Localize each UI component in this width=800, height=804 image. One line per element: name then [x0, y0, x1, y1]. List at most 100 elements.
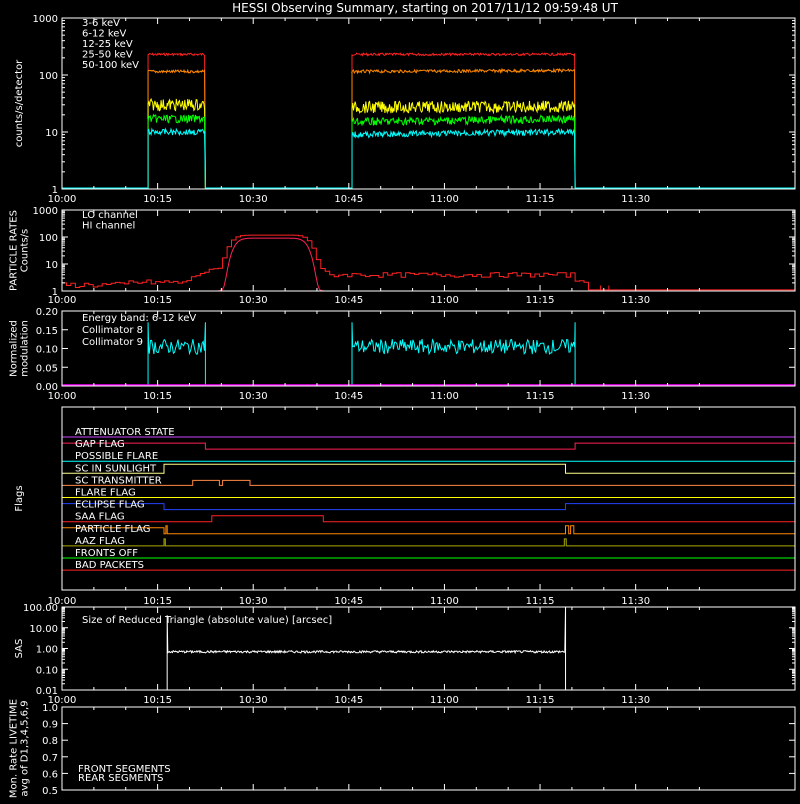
y-tick-label: 1000 [33, 206, 58, 217]
y-axis-label: Flags [14, 485, 25, 511]
y-axis-label: PARTICLE RATES [9, 210, 20, 291]
legend-label: Collimator 8 [82, 325, 143, 336]
y-tick-label: 1.0 [42, 703, 58, 714]
y-tick-label: 0.15 [36, 326, 58, 337]
sas-annotation: Size of Reduced Triangle (absolute value… [82, 615, 332, 626]
flag-label: FRONTS OFF [75, 548, 138, 559]
y-tick-label: 0.10 [36, 345, 58, 356]
x-tick-label: 11:00 [430, 391, 459, 402]
legend-label: REAR SEGMENTS [78, 773, 164, 784]
legend-label: HI channel [82, 221, 135, 232]
flag-label: ATTENUATOR STATE [75, 427, 175, 438]
energy-series-line [147, 113, 576, 190]
x-tick-label: 11:00 [430, 596, 459, 607]
particle-rate-panel [61, 209, 796, 292]
x-tick-label: 10:15 [143, 391, 172, 402]
lo-channel-line [61, 234, 796, 291]
x-tick-label: 10:15 [143, 295, 172, 306]
legend-label: 50-100 keV [82, 60, 139, 71]
flag-label: PARTICLE FLAG [75, 524, 151, 535]
x-tick-label: 10:30 [239, 391, 268, 402]
legend-label: LO channel [82, 210, 138, 221]
hi-channel-line [217, 237, 324, 292]
y-tick-label: 1000 [33, 14, 58, 25]
flag-label: SC TRANSMITTER [75, 475, 162, 486]
y-tick-label: 100 [39, 233, 58, 244]
x-tick-label: 11:30 [621, 295, 650, 306]
y-axis-label: avg of D1,3,4,5,6,9 [20, 700, 31, 796]
flag-line [62, 503, 795, 511]
y-axis-label: Mon. Rate LIVETIME [9, 699, 20, 798]
x-tick-label: 11:30 [621, 194, 650, 205]
energy-series-line [147, 127, 576, 190]
y-tick-label: 10.00 [29, 624, 58, 635]
y-tick-label: 100.00 [23, 603, 58, 614]
flag-label: FLARE FLAG [75, 488, 136, 499]
x-tick-label: 11:30 [621, 391, 650, 402]
energy-band-label: Energy band: 6-12 keV [82, 313, 196, 324]
x-tick-label: 10:15 [143, 695, 172, 706]
y-tick-label: 10 [45, 128, 58, 139]
x-tick-label: 11:15 [526, 596, 555, 607]
x-tick-label: 10:45 [334, 596, 363, 607]
legend-label: 6-12 keV [82, 29, 126, 40]
energy-series-line [147, 97, 576, 190]
legend-label: 12-25 keV [82, 39, 133, 50]
y-axis-label: SAS [14, 639, 25, 659]
x-tick-label: 10:30 [239, 695, 268, 706]
y-tick-label: 0.8 [42, 736, 58, 747]
x-tick-label: 11:15 [526, 391, 555, 402]
legend-label: 3-6 keV [82, 18, 120, 29]
y-tick-label: 1.00 [36, 645, 58, 656]
y-tick-label: 0.7 [42, 753, 58, 764]
y-tick-label: 0.10 [36, 665, 58, 676]
flag-label: POSSIBLE FLARE [75, 451, 158, 462]
collimator-8-line [147, 322, 576, 386]
flag-label: ECLIPSE FLAG [75, 500, 145, 511]
x-tick-label: 10:45 [334, 391, 363, 402]
y-tick-label: 0.5 [42, 786, 58, 797]
flag-label: GAP FLAG [75, 439, 125, 450]
flag-line [62, 515, 795, 523]
x-tick-label: 11:30 [621, 596, 650, 607]
figure-title: HESSI Observing Summary, starting on 201… [232, 1, 618, 15]
x-tick-label: 10:45 [334, 695, 363, 706]
x-tick-label: 10:00 [48, 194, 77, 205]
x-tick-label: 11:15 [526, 695, 555, 706]
flag-line [62, 525, 795, 535]
y-tick-label: 0.20 [36, 307, 58, 318]
x-tick-label: 11:30 [621, 695, 650, 706]
y-tick-label: 100 [39, 71, 58, 82]
x-tick-label: 11:15 [526, 194, 555, 205]
y-tick-label: 0.9 [42, 720, 58, 731]
x-tick-label: 10:45 [334, 194, 363, 205]
livetime-panel [61, 706, 796, 791]
y-axis-label: Normalized [9, 320, 20, 377]
energy-series-line [147, 67, 576, 190]
x-tick-label: 11:15 [526, 295, 555, 306]
y-tick-label: 0.05 [36, 363, 58, 374]
flag-label: SC IN SUNLIGHT [75, 463, 157, 474]
flag-line [62, 538, 795, 547]
flag-label: AAZ FLAG [75, 536, 125, 547]
x-tick-label: 11:00 [430, 695, 459, 706]
observing-summary: HESSI Observing Summary, starting on 201… [0, 0, 800, 800]
summary-figure: HESSI Observing Summary, starting on 201… [9, 1, 796, 798]
x-tick-label: 10:15 [143, 596, 172, 607]
x-tick-label: 10:00 [48, 295, 77, 306]
x-tick-label: 10:45 [334, 295, 363, 306]
x-tick-label: 10:15 [143, 194, 172, 205]
legend-label: Collimator 9 [82, 337, 143, 348]
x-tick-label: 10:30 [239, 596, 268, 607]
x-tick-label: 11:00 [430, 194, 459, 205]
y-tick-label: 10 [45, 260, 58, 271]
flag-line [62, 463, 795, 474]
x-tick-label: 11:00 [430, 295, 459, 306]
x-tick-label: 10:00 [48, 391, 77, 402]
legend-label: 25-50 keV [82, 50, 133, 61]
flag-line [62, 479, 795, 486]
flag-label: BAD PACKETS [75, 560, 144, 571]
x-tick-label: 10:30 [239, 295, 268, 306]
flag-label: SAA FLAG [75, 512, 125, 523]
y-tick-label: 0.6 [42, 769, 58, 780]
